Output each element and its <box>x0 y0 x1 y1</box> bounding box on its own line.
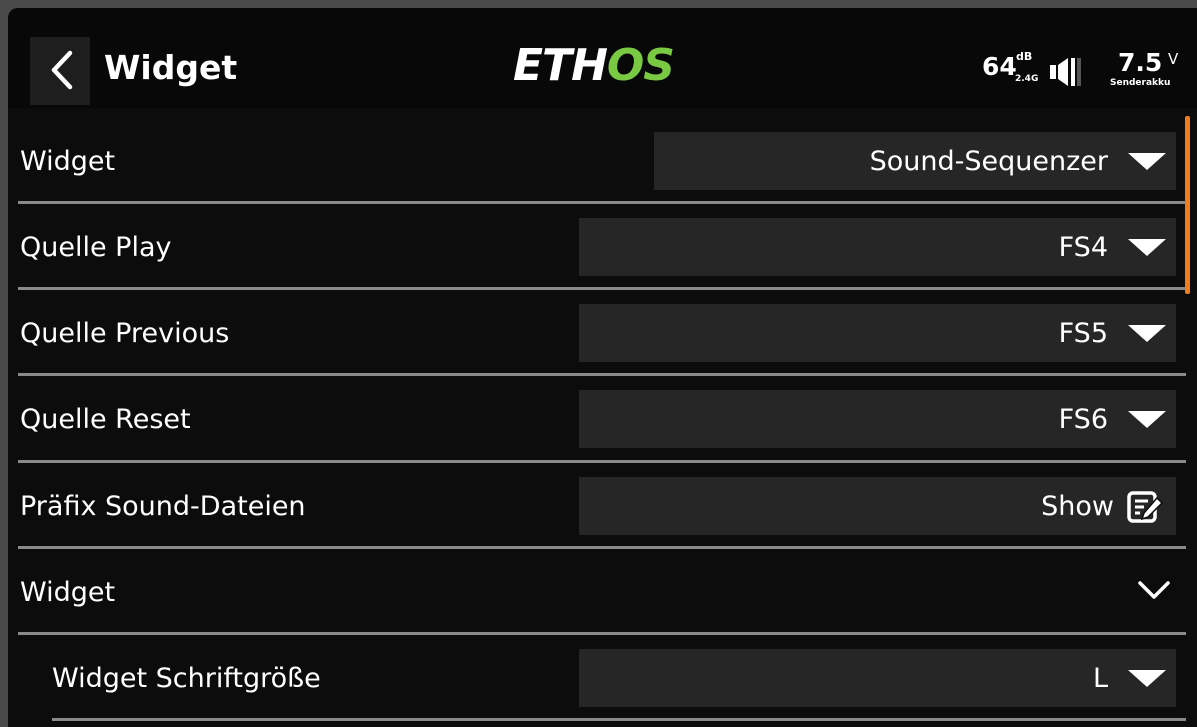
rssi-indicator[interactable]: 64 dB 2.4G <box>982 50 1038 84</box>
row-label: Quelle Play <box>20 232 172 263</box>
row-quelle-play: Quelle Play FS4 <box>8 202 1197 288</box>
row-widget: Widget Sound-Sequenzer <box>8 116 1197 202</box>
row-divider <box>52 718 1186 721</box>
row-praefix-sound-dateien: Präfix Sound-Dateien Show <box>8 461 1197 547</box>
logo-text-eth: ETH <box>513 40 608 91</box>
back-icon[interactable] <box>44 45 84 95</box>
dropdown-value: L <box>1092 663 1108 694</box>
dropdown-arrow-icon <box>1128 239 1166 256</box>
rssi-value: 64 <box>982 52 1017 81</box>
dropdown-arrow-icon <box>1128 411 1166 428</box>
row-quelle-reset: Quelle Reset FS6 <box>8 374 1197 460</box>
dropdown-value: FS6 <box>1058 404 1108 435</box>
chevron-down-icon[interactable] <box>1134 575 1174 605</box>
row-label: Quelle Previous <box>20 318 230 349</box>
text-value: Show <box>1041 491 1114 522</box>
logo-text-os: OS <box>606 40 675 91</box>
row-label: Quelle Reset <box>20 404 191 435</box>
widget-dropdown[interactable]: Sound-Sequenzer <box>654 132 1176 190</box>
voltage-label: Senderakku <box>1110 78 1171 88</box>
rssi-band: 2.4G <box>1015 74 1039 84</box>
dropdown-arrow-icon <box>1128 325 1166 342</box>
battery-voltage[interactable]: 7.5 V Senderakku <box>1110 48 1178 88</box>
quelle-previous-dropdown[interactable]: FS5 <box>579 304 1176 362</box>
dropdown-value: Sound-Sequenzer <box>869 146 1108 177</box>
praefix-text-field[interactable]: Show <box>579 477 1176 535</box>
signal-icon <box>1050 58 1081 86</box>
section-label: Widget <box>20 577 116 608</box>
dropdown-value: FS5 <box>1058 318 1108 349</box>
edit-icon[interactable] <box>1126 489 1164 525</box>
quelle-reset-dropdown[interactable]: FS6 <box>579 390 1176 448</box>
quelle-play-dropdown[interactable]: FS4 <box>579 218 1176 276</box>
dropdown-value: FS4 <box>1058 232 1108 263</box>
schriftgroesse-dropdown[interactable]: L <box>579 649 1176 707</box>
ethos-logo: ETHOS <box>513 44 675 88</box>
row-label: Widget <box>20 146 116 177</box>
row-widget-schriftgroesse: Widget Schriftgröße L <box>8 633 1197 719</box>
row-label: Widget Schriftgröße <box>52 663 321 694</box>
section-widget-expander[interactable]: Widget <box>8 547 1197 633</box>
page-title: Widget <box>104 48 238 87</box>
rssi-unit: dB <box>1016 50 1033 63</box>
header-bar: Widget ETHOS 64 dB 2.4G 7.5 V Senderakku <box>8 8 1197 108</box>
screen: Widget ETHOS 64 dB 2.4G 7.5 V Senderakku… <box>8 8 1197 727</box>
voltage-unit: V <box>1168 50 1179 68</box>
dropdown-arrow-icon <box>1128 670 1166 687</box>
dropdown-arrow-icon <box>1128 153 1166 170</box>
row-label: Präfix Sound-Dateien <box>20 491 306 522</box>
row-quelle-previous: Quelle Previous FS5 <box>8 288 1197 374</box>
voltage-value: 7.5 <box>1118 48 1163 77</box>
